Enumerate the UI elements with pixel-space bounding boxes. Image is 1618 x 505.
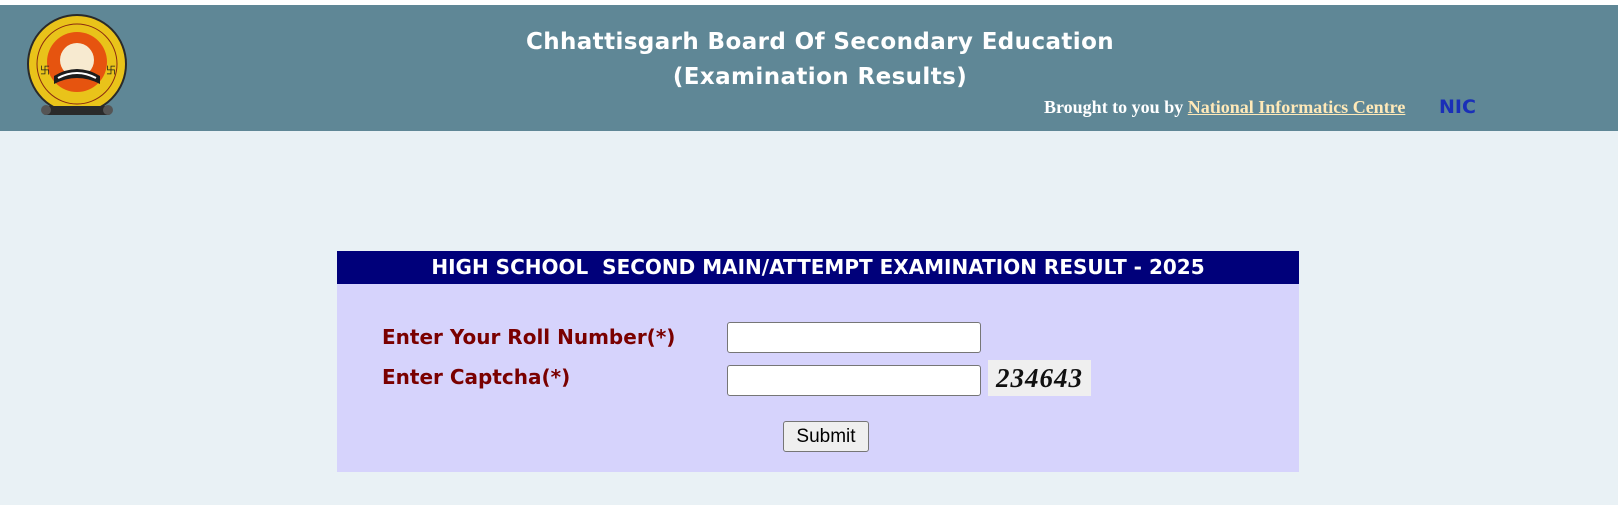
site-title: Chhattisgarh Board Of Secondary Educatio…	[525, 29, 1115, 55]
site-header: 卐 卐 Chhattisgarh Board Of Secondary Educ…	[0, 5, 1618, 131]
result-form-panel: HIGH SCHOOL SECOND MAIN/ATTEMPT EXAMINAT…	[337, 251, 1299, 472]
form-heading: HIGH SCHOOL SECOND MAIN/ATTEMPT EXAMINAT…	[337, 251, 1299, 284]
credit-line: Brought to you by National Informatics C…	[1044, 97, 1405, 118]
captcha-label: Enter Captcha(*)	[382, 365, 571, 389]
roll-number-input[interactable]	[727, 322, 981, 353]
captcha-image: 234643	[988, 360, 1091, 396]
credit-prefix: Brought to you by	[1044, 97, 1184, 117]
submit-button[interactable]: Submit	[783, 421, 869, 452]
roll-number-label: Enter Your Roll Number(*)	[382, 325, 676, 349]
site-subtitle: (Examination Results)	[672, 64, 968, 90]
captcha-input[interactable]	[727, 365, 981, 396]
nic-link[interactable]: National Informatics Centre	[1188, 97, 1406, 117]
svg-text:NIC: NIC	[1439, 96, 1476, 118]
nic-logo-icon: NIC	[1439, 96, 1476, 118]
